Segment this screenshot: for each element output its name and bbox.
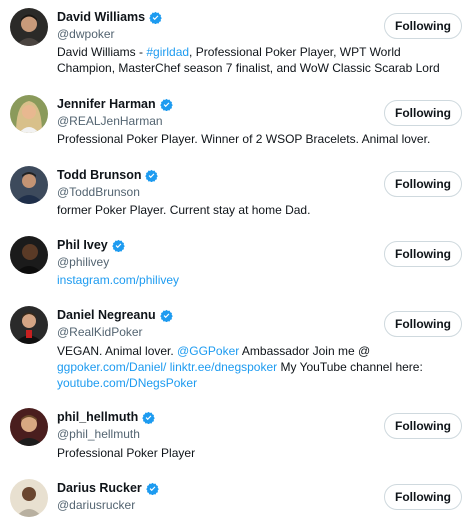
bio-text: VEGAN. Animal lover. — [57, 344, 178, 358]
following-button[interactable]: Following — [384, 241, 462, 267]
bio-text: David Williams - — [57, 45, 147, 59]
user-bio: Professional Poker Player — [57, 445, 462, 461]
display-name[interactable]: Jennifer Harman — [57, 95, 156, 113]
avatar[interactable] — [10, 166, 48, 204]
following-button[interactable]: Following — [384, 413, 462, 439]
avatar-image — [10, 166, 48, 204]
user-handle: @dariusrucker — [57, 498, 136, 512]
following-button[interactable]: Following — [384, 13, 462, 39]
avatar[interactable] — [10, 306, 48, 344]
avatar-image — [10, 408, 48, 446]
bio-text: former Poker Player. Current stay at hom… — [57, 203, 311, 217]
bio-text: My YouTube channel here: — [277, 360, 423, 374]
user-bio: Professional Poker Player. Winner of 2 W… — [57, 131, 462, 147]
user-handle: @RealKidPoker — [57, 325, 143, 339]
display-name[interactable]: Phil Ivey — [57, 236, 108, 254]
following-list: David Williams @dwpoker David Williams -… — [0, 0, 476, 517]
user-handle: @philivey — [57, 255, 110, 269]
avatar-image — [10, 8, 48, 46]
bio-link[interactable]: youtube.com/DNegsPoker — [57, 376, 197, 390]
bio-link[interactable]: @GGPoker — [177, 344, 239, 358]
following-button[interactable]: Following — [384, 311, 462, 337]
verified-badge-icon — [145, 169, 159, 182]
avatar[interactable] — [10, 95, 48, 133]
user-handle: @phil_hellmuth — [57, 427, 140, 441]
bio-link[interactable]: instagram.com/philivey — [57, 273, 179, 287]
avatar[interactable] — [10, 479, 48, 517]
display-name[interactable]: David Williams — [57, 8, 145, 26]
avatar-image — [10, 95, 48, 133]
verified-badge-icon — [111, 239, 125, 252]
user-handle: @REALJenHarman — [57, 114, 163, 128]
verified-badge-icon — [159, 309, 173, 322]
user-handle: @dwpoker — [57, 27, 115, 41]
display-name[interactable]: Daniel Negreanu — [57, 306, 156, 324]
bio-text: Professional Poker Player — [57, 446, 196, 460]
avatar-image — [10, 306, 48, 344]
avatar[interactable] — [10, 408, 48, 446]
following-button[interactable]: Following — [384, 484, 462, 510]
bio-hashtag[interactable]: #girldad — [146, 45, 189, 59]
user-bio: instagram.com/philivey — [57, 272, 462, 288]
bio-text: Professional Poker Player. Winner of 2 W… — [57, 132, 431, 146]
verified-badge-icon — [159, 98, 173, 111]
avatar-image — [10, 479, 48, 517]
avatar-image — [10, 236, 48, 274]
verified-badge-icon — [145, 482, 159, 495]
user-bio: VEGAN. Animal lover. @GGPoker Ambassador… — [57, 343, 462, 391]
avatar[interactable] — [10, 8, 48, 46]
display-name[interactable]: Todd Brunson — [57, 166, 141, 184]
bio-link[interactable]: linktr.ee/dnegspoker — [170, 360, 277, 374]
avatar[interactable] — [10, 236, 48, 274]
verified-badge-icon — [149, 11, 162, 24]
following-button[interactable]: Following — [384, 171, 462, 197]
verified-badge-icon — [142, 411, 156, 424]
following-button[interactable]: Following — [384, 100, 462, 126]
user-bio: former Poker Player. Current stay at hom… — [57, 202, 462, 218]
user-handle: @ToddBrunson — [57, 185, 140, 199]
bio-link[interactable]: ggpoker.com/Daniel/ — [57, 360, 166, 374]
bio-text: Ambassador Join me @ — [239, 344, 371, 358]
display-name[interactable]: Darius Rucker — [57, 479, 142, 497]
display-name[interactable]: phil_hellmuth — [57, 408, 138, 426]
user-bio: David Williams - #girldad, Professional … — [57, 44, 462, 76]
